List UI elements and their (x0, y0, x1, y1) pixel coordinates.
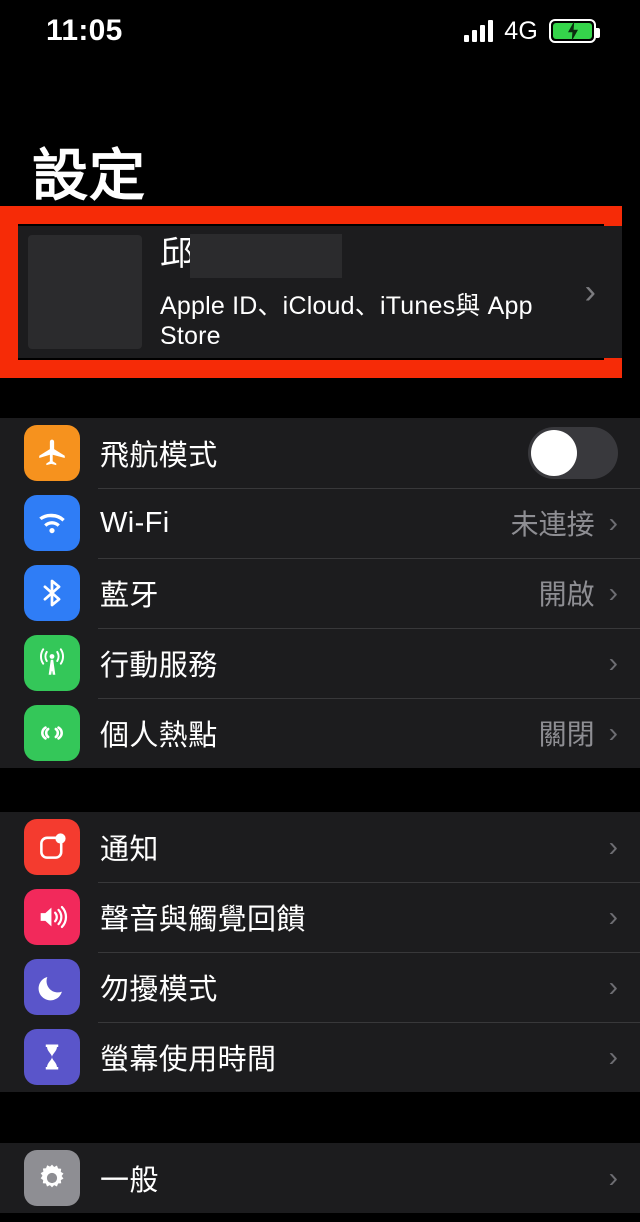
chevron-right-icon: › (608, 901, 618, 932)
chevron-right-icon: › (608, 507, 618, 538)
row-personal-hotspot[interactable]: 個人熱點 關閉 › (0, 698, 640, 768)
airplane-icon (24, 425, 80, 481)
row-sounds-haptics[interactable]: 聲音與觸覺回饋 › (0, 882, 640, 952)
chevron-right-icon: › (608, 577, 618, 608)
cellular-signal-icon (464, 20, 494, 42)
gear-icon (24, 1150, 80, 1206)
row-cellular[interactable]: 行動服務 › (0, 628, 640, 698)
bluetooth-icon (24, 565, 80, 621)
chevron-right-icon: › (584, 272, 596, 311)
status-bar-indicators: 4G (464, 16, 600, 46)
sounds-haptics-icon (24, 889, 80, 945)
wifi-icon (24, 495, 80, 551)
avatar (28, 235, 142, 349)
page-title: 設定 (32, 144, 146, 207)
notifications-icon (24, 819, 80, 875)
hotspot-icon (24, 705, 80, 761)
settings-screen: 11:05 4G 設定 邱 Apple ID、iCloud、iTunes與 Ap… (0, 0, 640, 1222)
row-label: 藍牙 (100, 580, 159, 612)
apple-id-row[interactable]: 邱 Apple ID、iCloud、iTunes與 App Store › (18, 226, 622, 358)
row-label: 個人熱點 (100, 720, 218, 752)
screen-time-icon (24, 1029, 80, 1085)
network-type-label: 4G (504, 16, 538, 45)
row-label: 一般 (100, 1165, 159, 1197)
apple-id-text: 邱 Apple ID、iCloud、iTunes與 App Store (160, 233, 585, 351)
row-label: 勿擾模式 (100, 974, 218, 1006)
row-label: 行動服務 (100, 650, 218, 682)
chevron-right-icon: › (608, 647, 618, 678)
name-redaction-block (190, 233, 342, 278)
chevron-right-icon: › (608, 717, 618, 748)
row-label: 飛航模式 (100, 440, 218, 472)
row-label: Wi-Fi (100, 506, 170, 539)
apple-id-name-text: 邱 (160, 234, 194, 273)
do-not-disturb-icon (24, 959, 80, 1015)
wifi-status-value: 未連接 (510, 509, 595, 540)
row-wifi[interactable]: Wi-Fi 未連接 › (0, 488, 640, 558)
bluetooth-status-value: 開啟 (538, 579, 595, 610)
row-bluetooth[interactable]: 藍牙 開啟 › (0, 558, 640, 628)
row-label: 螢幕使用時間 (100, 1044, 277, 1076)
row-airplane-mode[interactable]: 飛航模式 (0, 418, 640, 488)
row-notifications[interactable]: 通知 › (0, 812, 640, 882)
status-bar: 11:05 4G (0, 0, 640, 62)
settings-group-system: 一般 › (0, 1143, 640, 1213)
chevron-right-icon: › (608, 971, 618, 1002)
settings-group-connectivity: 飛航模式 Wi-Fi 未連接 › 藍牙 開啟 › 行動服務 › 個人熱點 關閉 … (0, 418, 640, 768)
row-label: 通知 (100, 834, 159, 866)
battery-charging-icon (549, 19, 600, 43)
hotspot-status-value: 關閉 (538, 719, 595, 750)
row-general[interactable]: 一般 › (0, 1143, 640, 1213)
settings-group-alerts: 通知 › 聲音與觸覺回饋 › 勿擾模式 › 螢幕使用時間 › (0, 812, 640, 1092)
chevron-right-icon: › (608, 1162, 618, 1193)
airplane-mode-toggle[interactable] (528, 427, 618, 479)
chevron-right-icon: › (608, 1041, 618, 1072)
row-screen-time[interactable]: 螢幕使用時間 › (0, 1022, 640, 1092)
row-label: 聲音與觸覺回饋 (100, 904, 306, 936)
row-do-not-disturb[interactable]: 勿擾模式 › (0, 952, 640, 1022)
cellular-icon (24, 635, 80, 691)
apple-id-name: 邱 (160, 233, 342, 278)
status-bar-time: 11:05 (46, 14, 123, 47)
chevron-right-icon: › (608, 831, 618, 862)
apple-id-subtitle: Apple ID、iCloud、iTunes與 App Store (160, 291, 533, 350)
